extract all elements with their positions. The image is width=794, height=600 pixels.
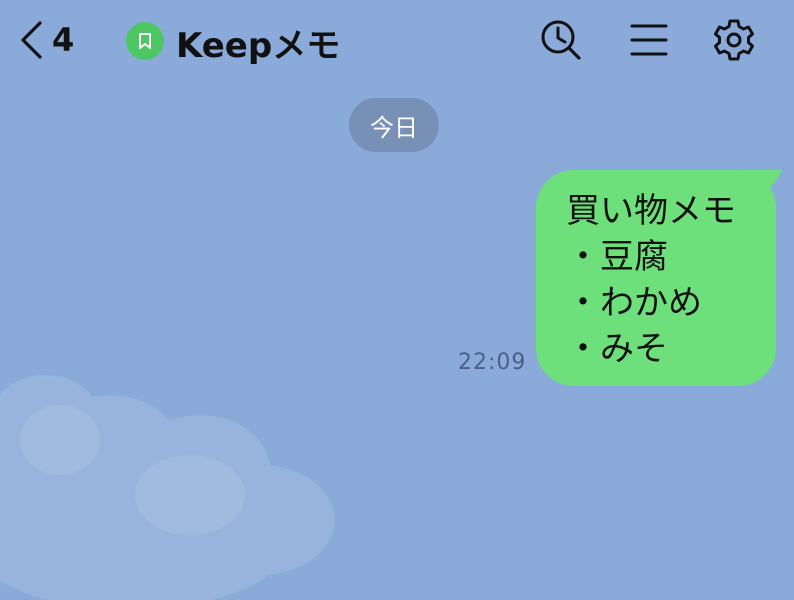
chat-header: 4 Keepメモ: [0, 0, 794, 82]
chat-title: Keepメモ: [176, 26, 341, 66]
message-line: ・みそ: [566, 329, 668, 369]
message-timestamp: 22:09: [458, 350, 527, 375]
message-bubble[interactable]: 買い物メモ ・豆腐 ・わかめ ・みそ: [536, 170, 776, 386]
back-button[interactable]: 4: [18, 16, 75, 64]
search-clock-icon[interactable]: [538, 17, 584, 63]
message-line: ・豆腐: [566, 237, 668, 277]
message-line: 買い物メモ: [566, 191, 736, 231]
unread-count: 4: [52, 21, 75, 59]
chevron-left-icon: [18, 20, 44, 60]
keep-bookmark-icon: [126, 22, 164, 60]
date-separator: 今日: [349, 98, 439, 152]
menu-icon[interactable]: [626, 17, 672, 63]
message-line: ・わかめ: [566, 283, 702, 323]
gear-icon[interactable]: [711, 17, 757, 63]
